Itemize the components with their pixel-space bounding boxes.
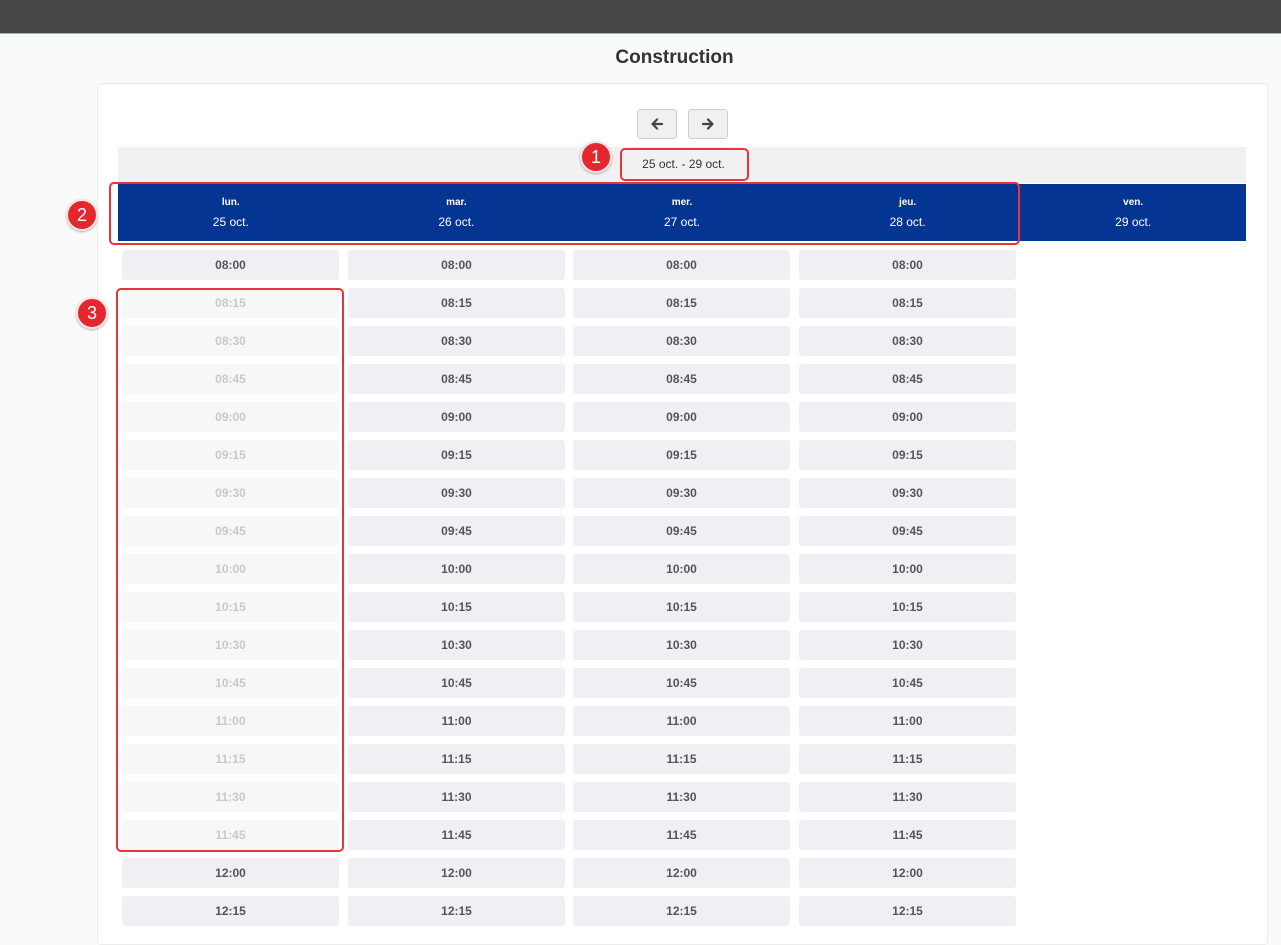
time-slot[interactable]: 11:45 [799,820,1016,850]
time-slot[interactable]: 10:30 [799,630,1016,660]
time-slot[interactable]: 11:30 [573,782,790,812]
time-slot[interactable]: 08:45 [799,364,1016,394]
arrow-left-icon [651,118,664,130]
time-slot[interactable]: 09:15 [348,440,565,470]
time-slot[interactable]: 10:45 [348,668,565,698]
time-slot[interactable]: 09:15 [799,440,1016,470]
time-slot[interactable]: 12:15 [799,896,1016,926]
time-slot[interactable]: 10:15 [348,592,565,622]
time-slot[interactable]: 10:45 [799,668,1016,698]
time-slot[interactable]: 12:15 [122,896,339,926]
time-slot[interactable]: 10:30 [348,630,565,660]
time-slot[interactable]: 12:00 [799,858,1016,888]
time-slot: 08:45 [122,364,339,394]
time-slot: 11:45 [122,820,339,850]
annotation-badge-2: 2 [66,199,98,231]
annotation-badge-3: 3 [76,297,108,329]
time-slot[interactable]: 09:00 [348,402,565,432]
time-slot[interactable]: 08:15 [573,288,790,318]
arrow-right-icon [701,118,714,130]
time-slot[interactable]: 10:00 [348,554,565,584]
time-slot[interactable]: 10:30 [573,630,790,660]
time-slot[interactable]: 08:30 [573,326,790,356]
day-date: 26 oct. [438,215,475,229]
time-slot[interactable]: 11:15 [573,744,790,774]
time-slot[interactable]: 09:45 [799,516,1016,546]
day-date: 29 oct. [1115,215,1152,229]
time-slot: 08:30 [122,326,339,356]
time-slot[interactable]: 11:00 [799,706,1016,736]
time-slot: 10:00 [122,554,339,584]
time-slot[interactable]: 08:30 [348,326,565,356]
time-slot[interactable]: 08:00 [799,250,1016,280]
time-slot: 11:00 [122,706,339,736]
time-slot[interactable]: 12:00 [573,858,790,888]
time-slot[interactable]: 09:45 [348,516,565,546]
time-slot[interactable]: 11:45 [573,820,790,850]
time-slot[interactable]: 08:00 [348,250,565,280]
time-slot[interactable]: 12:15 [573,896,790,926]
time-slot: 10:15 [122,592,339,622]
time-slot[interactable]: 09:30 [799,478,1016,508]
day-name: mar. [446,197,467,208]
time-slot: 09:00 [122,402,339,432]
time-slot[interactable]: 11:30 [799,782,1016,812]
time-slot[interactable]: 08:00 [122,250,339,280]
top-bar [0,0,1281,34]
time-slot[interactable]: 11:00 [348,706,565,736]
time-slot: 10:30 [122,630,339,660]
time-slot: 10:45 [122,668,339,698]
time-slot[interactable]: 11:15 [799,744,1016,774]
day-date: 28 oct. [889,215,926,229]
day-name: jeu. [898,197,917,208]
prev-week-button[interactable] [637,109,677,139]
time-slot[interactable]: 09:15 [573,440,790,470]
date-range-label: 25 oct. - 29 oct. [642,157,725,171]
time-slot: 09:45 [122,516,339,546]
time-slot[interactable]: 11:45 [348,820,565,850]
time-slot[interactable]: 08:45 [573,364,790,394]
time-slot[interactable]: 08:00 [573,250,790,280]
time-slot[interactable]: 08:45 [348,364,565,394]
day-header-2: mer. 27 oct. [569,184,795,241]
time-slot[interactable]: 09:30 [573,478,790,508]
next-week-button[interactable] [688,109,728,139]
day-name: ven. [1123,197,1144,208]
time-slot[interactable]: 11:30 [348,782,565,812]
time-slot[interactable]: 11:00 [573,706,790,736]
day-header-row: lun. 25 oct. mar. 26 oct. mer. 27 oct. jeu. 28 … [118,184,1246,241]
time-slot: 11:15 [122,744,339,774]
time-slot[interactable]: 11:15 [348,744,565,774]
time-slot[interactable]: 12:00 [122,858,339,888]
time-slot: 11:30 [122,782,339,812]
day-header-4: ven. 29 oct. [1020,184,1246,241]
time-slot[interactable]: 10:15 [573,592,790,622]
time-slot[interactable]: 08:15 [799,288,1016,318]
time-slot: 09:30 [122,478,339,508]
time-slot: 09:15 [122,440,339,470]
time-slot[interactable]: 09:00 [573,402,790,432]
page-title: Construction [615,47,734,68]
day-header-3: jeu. 28 oct. [795,184,1021,241]
time-slot[interactable]: 12:15 [348,896,565,926]
time-slot[interactable]: 09:00 [799,402,1016,432]
time-slot[interactable]: 10:00 [799,554,1016,584]
time-slot[interactable]: 09:30 [348,478,565,508]
time-slot[interactable]: 08:15 [348,288,565,318]
time-slot[interactable]: 10:15 [799,592,1016,622]
day-header-1: mar. 26 oct. [344,184,570,241]
annotation-badge-1: 1 [580,141,612,173]
day-header-0: lun. 25 oct. [118,184,344,241]
time-slot[interactable]: 09:45 [573,516,790,546]
day-name: lun. [221,197,240,208]
day-name: mer. [671,197,693,208]
time-slot[interactable]: 08:30 [799,326,1016,356]
day-date: 25 oct. [212,215,249,229]
time-slot[interactable]: 12:00 [348,858,565,888]
time-slot[interactable]: 10:45 [573,668,790,698]
time-slot[interactable]: 10:00 [573,554,790,584]
day-date: 27 oct. [663,215,700,229]
time-slot: 08:15 [122,288,339,318]
